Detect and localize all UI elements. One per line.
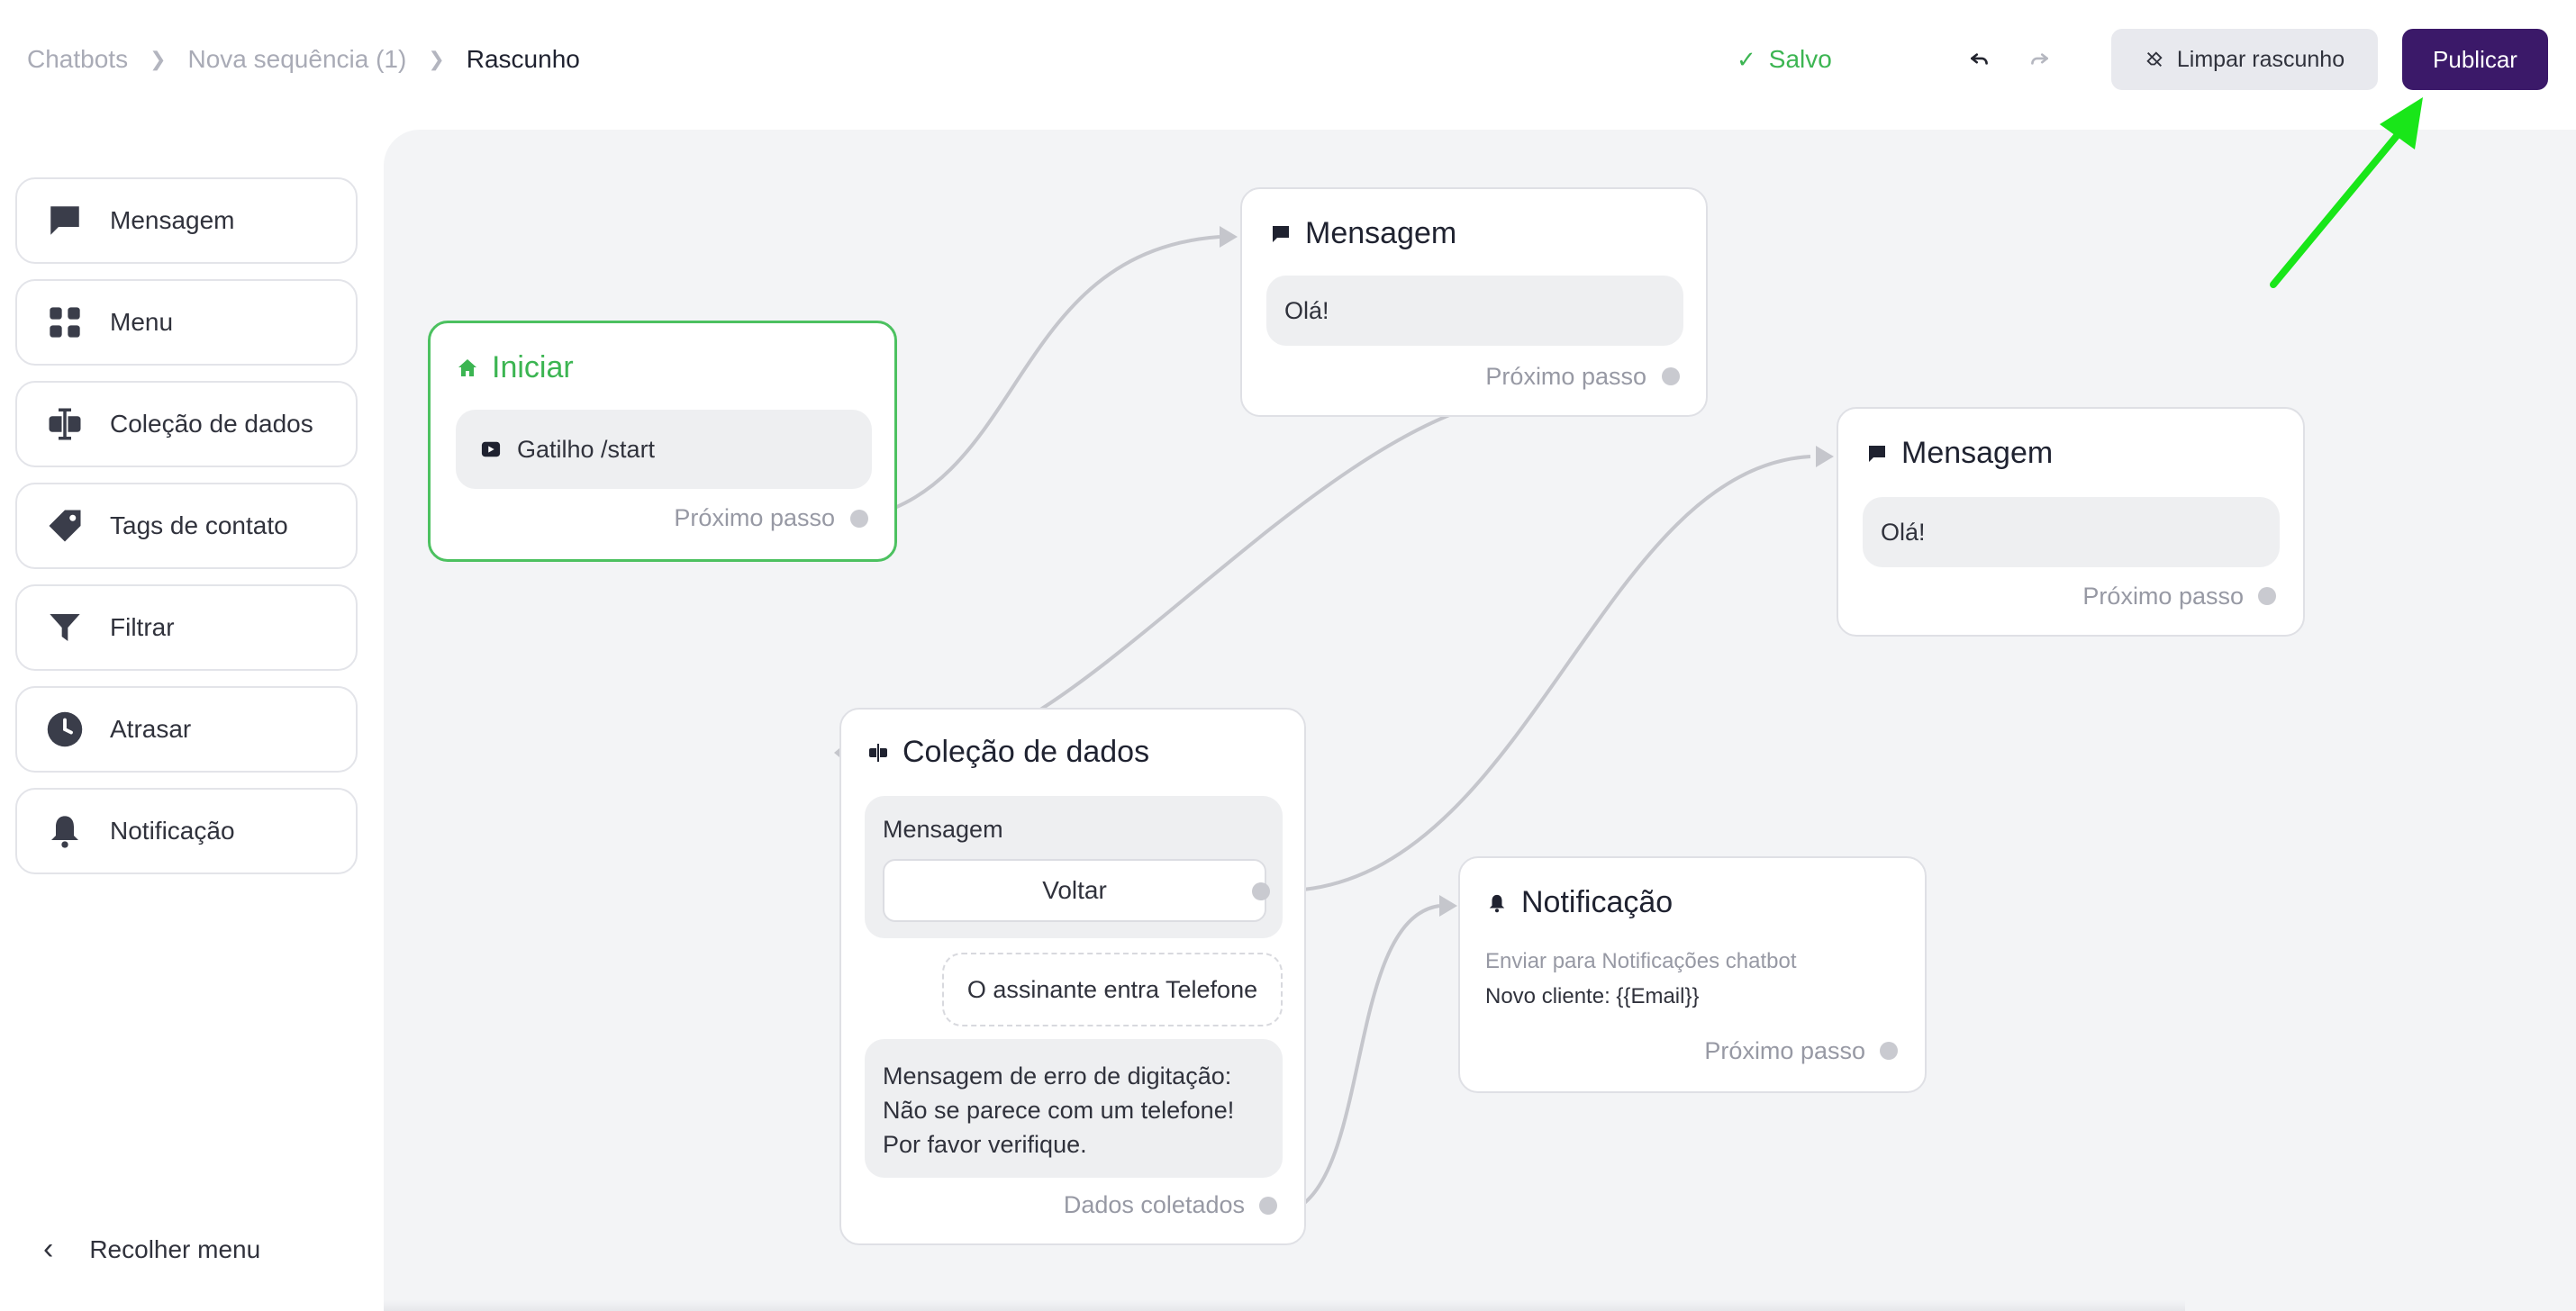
node-title-text: Notificação	[1521, 885, 1673, 919]
node-title-text: Iniciar	[492, 350, 574, 384]
node-message-1[interactable]: Mensagem Olá! Próximo passo	[1240, 187, 1708, 417]
message-icon	[1269, 222, 1293, 246]
clear-draft-button[interactable]: Limpar rascunho	[2111, 29, 2378, 90]
notification-target: Enviar para Notificações chatbot	[1485, 949, 1797, 973]
output-port[interactable]	[1880, 1042, 1898, 1060]
trigger-label: Gatilho /start	[517, 435, 656, 463]
node-title: Notificação	[1485, 885, 1673, 920]
breadcrumb: Chatbots ❯ Nova sequência (1) ❯ Rascunho	[27, 41, 580, 77]
output-port[interactable]	[1259, 1197, 1277, 1215]
sidebar-item-label: Filtrar	[110, 613, 175, 641]
redo-icon	[2031, 53, 2048, 65]
home-icon	[456, 357, 479, 380]
sidebar-item-mensagem[interactable]: Mensagem	[15, 177, 358, 264]
node-title-text: Mensagem	[1305, 216, 1457, 250]
chevron-left-icon: ‹	[43, 1232, 54, 1266]
next-step-label: Próximo passo	[2082, 583, 2244, 610]
node-start[interactable]: Iniciar Gatilho /start Próximo passo	[428, 321, 897, 562]
publish-label: Publicar	[2433, 45, 2517, 73]
output-port[interactable]	[850, 510, 868, 528]
sidebar-item-label: Mensagem	[110, 206, 235, 234]
sidebar-item-tags-de-contato[interactable]: Tags de contato	[15, 483, 358, 569]
bell-icon	[45, 811, 85, 851]
breadcrumb-chatbots[interactable]: Chatbots	[27, 45, 128, 74]
node-data-collection[interactable]: Coleção de dados Mensagem Voltar O assin…	[839, 708, 1306, 1245]
save-status: ✓ Salvo	[1737, 41, 1832, 77]
text-cursor-icon	[45, 404, 85, 444]
message-bubble[interactable]: Mensagem Voltar	[865, 796, 1283, 938]
sidebar-item-filtrar[interactable]: Filtrar	[15, 584, 358, 671]
error-line: Não se parece com um telefone!	[883, 1097, 1235, 1124]
sidebar-item-atrasar[interactable]: Atrasar	[15, 686, 358, 773]
clock-icon	[45, 710, 85, 749]
breadcrumb-sequence[interactable]: Nova sequência (1)	[188, 45, 407, 74]
error-line: Mensagem de erro de digitação:	[883, 1062, 1232, 1089]
sidebar-item-label: Tags de contato	[110, 511, 288, 539]
sidebar-item-colecao-de-dados[interactable]: Coleção de dados	[15, 381, 358, 467]
sidebar-item-label: Atrasar	[110, 715, 192, 743]
collapse-menu-label: Recolher menu	[89, 1234, 261, 1263]
filter-icon	[45, 608, 85, 647]
node-title: Coleção de dados	[866, 735, 1149, 770]
chevron-right-icon: ❯	[150, 48, 167, 70]
node-title: Iniciar	[456, 350, 574, 385]
input-prompt[interactable]: O assinante entra Telefone	[942, 953, 1283, 1026]
error-line: Por favor verifique.	[883, 1131, 1087, 1158]
grid-icon	[45, 303, 85, 342]
breadcrumb-current: Rascunho	[466, 45, 580, 73]
message-bubble[interactable]: Olá!	[1266, 276, 1683, 346]
clear-draft-label: Limpar rascunho	[2176, 46, 2345, 72]
top-bar: Chatbots ❯ Nova sequência (1) ❯ Rascunho…	[0, 0, 2576, 122]
sidebar-item-notificacao[interactable]: Notificação	[15, 788, 358, 874]
next-step-label: Próximo passo	[674, 504, 835, 531]
publish-button[interactable]: Publicar	[2402, 29, 2548, 90]
sidebar-item-label: Menu	[110, 308, 174, 336]
check-icon: ✓	[1737, 45, 1756, 73]
play-icon	[481, 441, 501, 457]
notification-body: Novo cliente: {{Email}}	[1485, 984, 1700, 1008]
trigger-bubble[interactable]: Gatilho /start	[456, 410, 872, 489]
node-message-2[interactable]: Mensagem Olá! Próximo passo	[1837, 407, 2305, 637]
error-message-bubble[interactable]: Mensagem de erro de digitação: Não se pa…	[865, 1039, 1283, 1178]
message-bubble[interactable]: Olá!	[1863, 497, 2280, 567]
message-icon	[45, 201, 85, 240]
save-status-label: Salvo	[1768, 45, 1832, 73]
canvas-bottom-shadow	[384, 1300, 2185, 1311]
collected-label: Dados coletados	[1063, 1191, 1245, 1218]
message-icon	[1865, 442, 1889, 466]
sidebar-item-label: Notificação	[110, 817, 235, 845]
voltar-button[interactable]: Voltar	[883, 859, 1266, 922]
node-title-text: Mensagem	[1901, 436, 2054, 470]
output-port[interactable]	[1662, 367, 1680, 385]
message-label: Mensagem	[883, 816, 1003, 843]
sidebar-item-menu[interactable]: Menu	[15, 279, 358, 366]
tag-icon	[45, 506, 85, 546]
chevron-right-icon: ❯	[428, 48, 445, 70]
redo-button[interactable]	[2019, 40, 2059, 79]
next-step-label: Próximo passo	[1704, 1037, 1865, 1064]
next-step-label: Próximo passo	[1485, 363, 1646, 390]
sidebar-item-label: Coleção de dados	[110, 410, 313, 438]
bell-icon	[1485, 891, 1509, 915]
output-port[interactable]	[2258, 587, 2276, 605]
node-notification[interactable]: Notificação Enviar para Notificações cha…	[1458, 856, 1927, 1093]
node-title: Mensagem	[1865, 436, 2053, 471]
collapse-menu-button[interactable]: ‹ Recolher menu	[43, 1232, 260, 1267]
node-title-text: Coleção de dados	[903, 735, 1150, 769]
undo-button[interactable]	[1960, 40, 2000, 79]
text-cursor-icon	[866, 741, 890, 764]
button-output-port[interactable]	[1252, 882, 1270, 900]
eraser-icon	[2146, 51, 2163, 67]
undo-icon	[1971, 53, 1988, 65]
node-title: Mensagem	[1269, 216, 1456, 251]
